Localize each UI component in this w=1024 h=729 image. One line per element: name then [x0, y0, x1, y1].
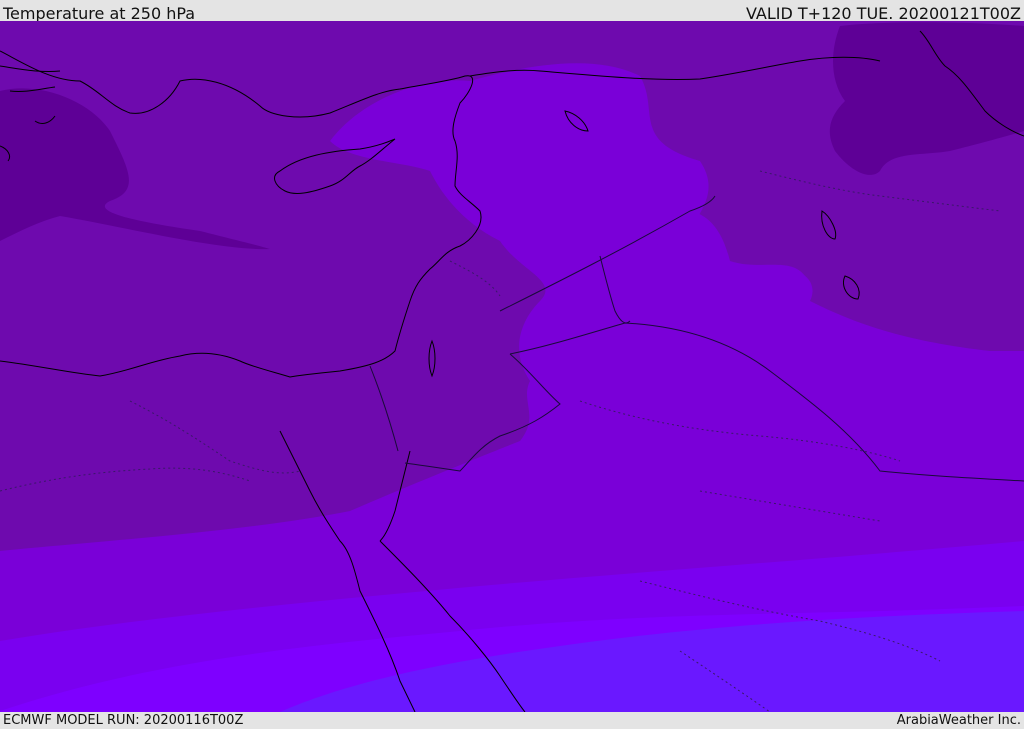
- credit-label: ArabiaWeather Inc.: [896, 713, 1021, 728]
- footer-bar: ECMWF MODEL RUN: 20200116T00Z ArabiaWeat…: [0, 712, 1024, 729]
- weather-map: [0, 21, 1024, 712]
- model-run-label: ECMWF MODEL RUN: 20200116T00Z: [3, 713, 244, 728]
- header-bar: Temperature at 250 hPa VALID T+120 TUE. …: [0, 0, 1024, 23]
